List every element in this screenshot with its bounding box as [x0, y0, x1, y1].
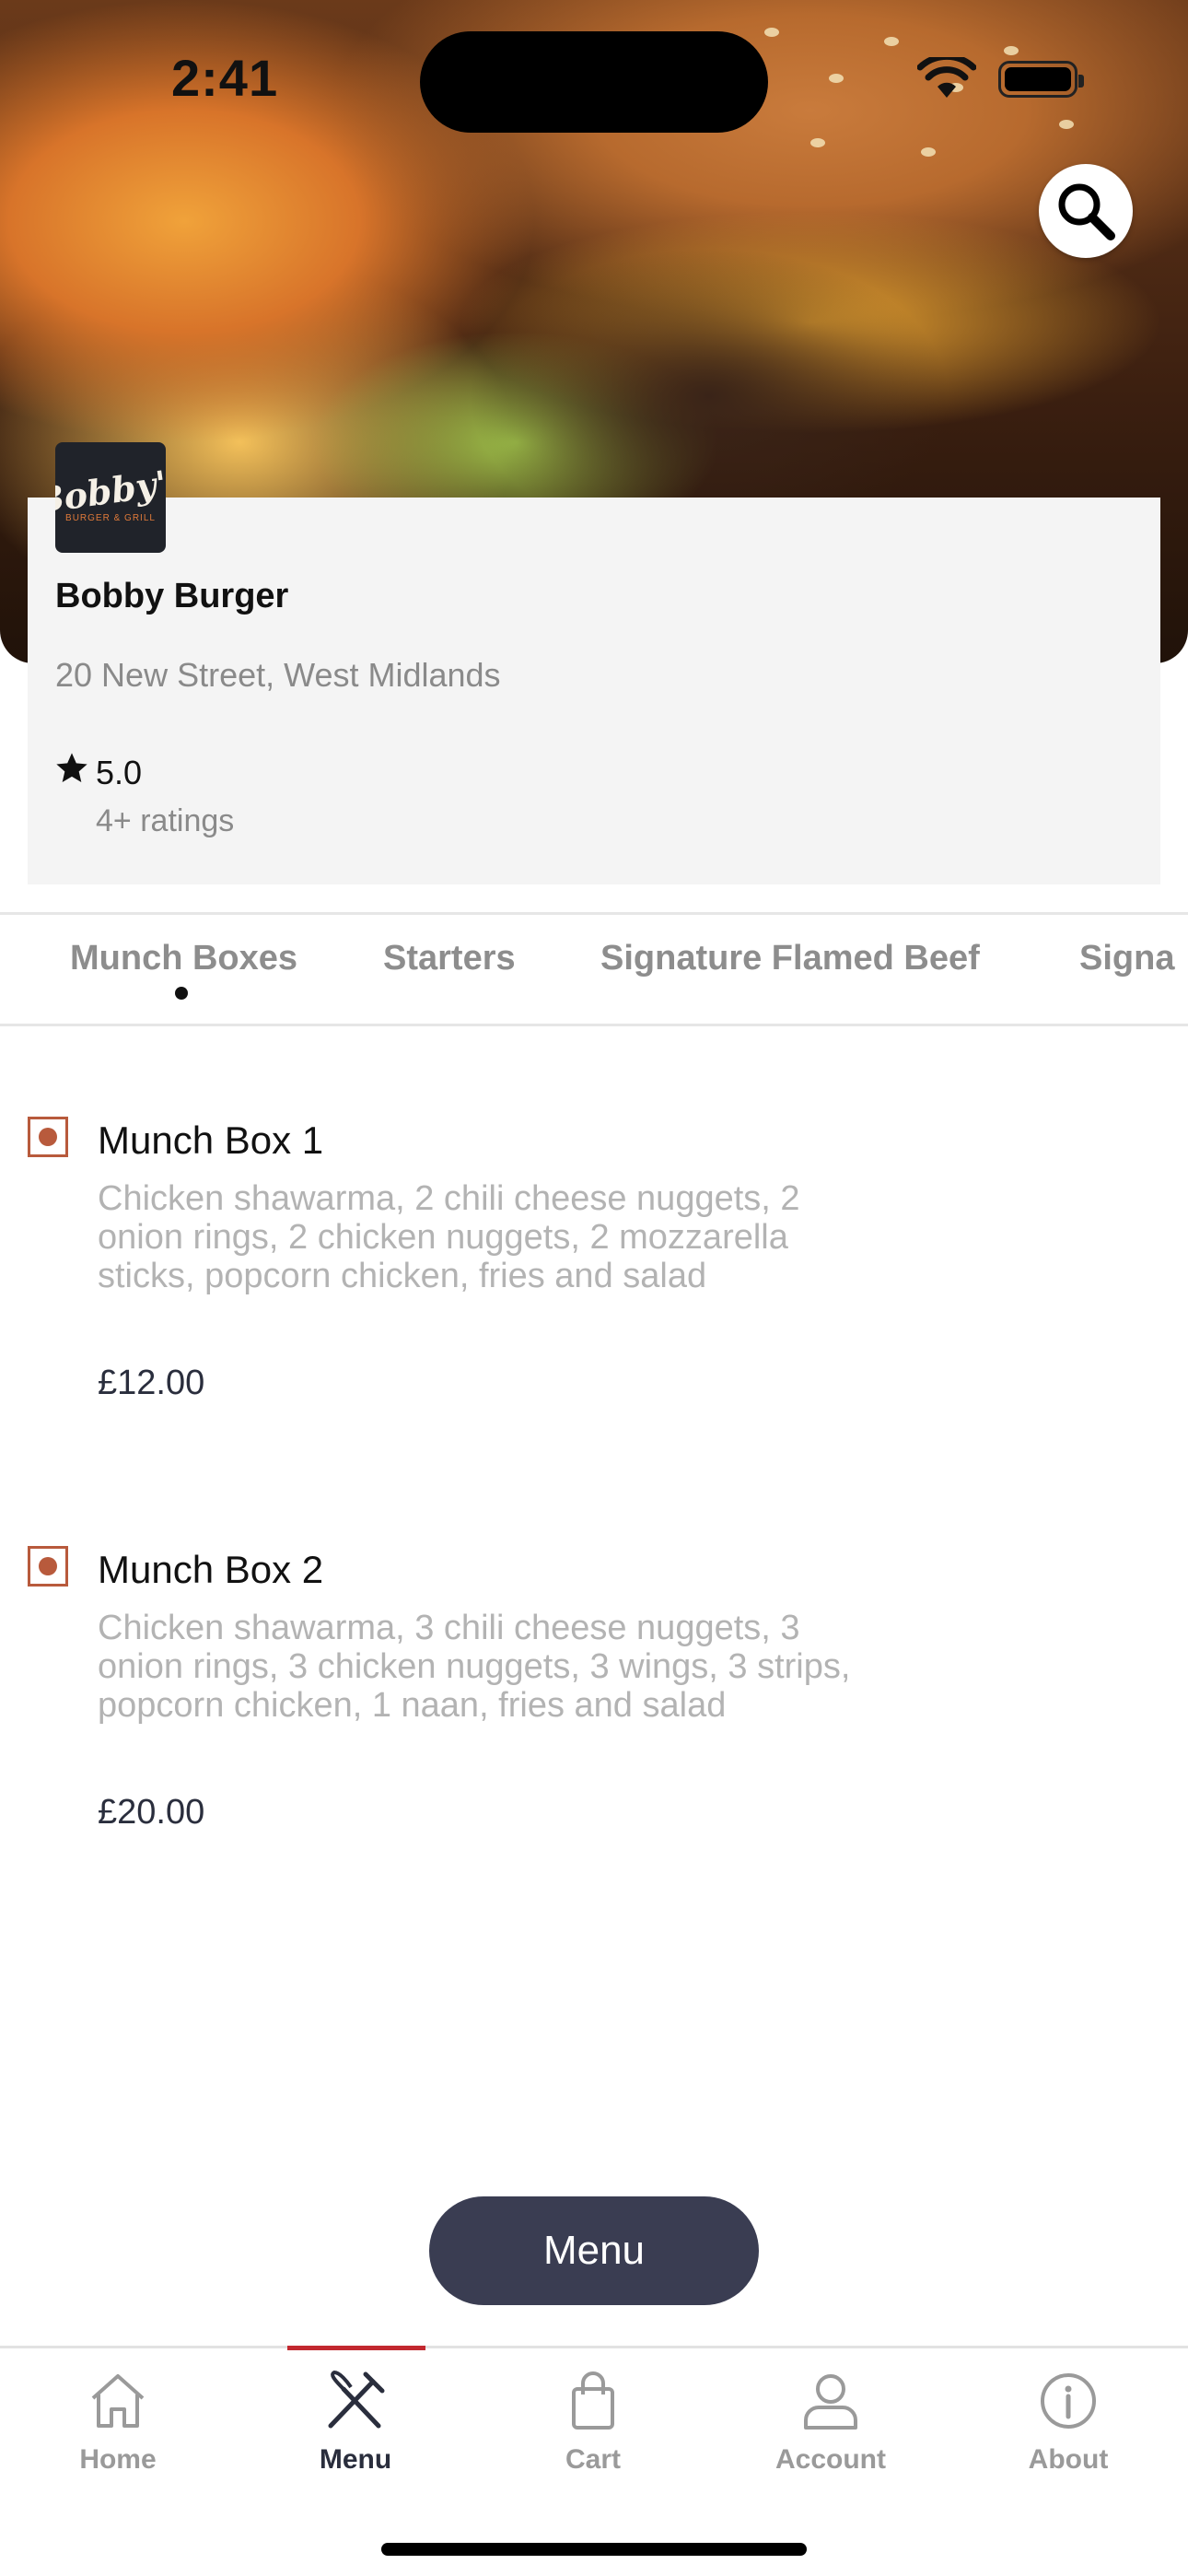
menu-item-name: Munch Box 1: [98, 1118, 324, 1162]
battery-icon: [998, 61, 1084, 98]
menu-item-price: £12.00: [98, 1364, 205, 1402]
rating-value: 5.0: [96, 754, 143, 791]
menu-item-name: Munch Box 2: [98, 1548, 324, 1591]
nav-home[interactable]: Home: [35, 2371, 201, 2476]
menu-button[interactable]: Menu: [429, 2196, 759, 2305]
nav-menu[interactable]: Menu: [273, 2371, 438, 2476]
tab-signature-flamed-beef[interactable]: Signature Flamed Beef: [600, 939, 980, 978]
home-indicator: [381, 2543, 807, 2556]
restaurant-name: Bobby Burger: [55, 577, 289, 615]
menu-item-price: £20.00: [98, 1793, 205, 1832]
nav-cart[interactable]: Cart: [510, 2371, 676, 2476]
nav-about[interactable]: About: [985, 2371, 1151, 2476]
category-tabs: Munch Boxes Starters Signature Flamed Be…: [0, 912, 1188, 1026]
home-icon: [91, 2374, 145, 2428]
search-icon: [1058, 183, 1115, 240]
tab-munch-boxes[interactable]: Munch Boxes: [70, 939, 297, 978]
rating-count: 4+ ratings: [96, 803, 235, 838]
nav-account[interactable]: Account: [748, 2371, 914, 2476]
menu-item-icon: [28, 1546, 68, 1587]
tab-starters[interactable]: Starters: [383, 939, 516, 978]
info-icon: [1041, 2373, 1096, 2429]
active-tab-indicator: [175, 987, 188, 1000]
tab-signature-more[interactable]: Signa: [1079, 939, 1174, 978]
menu-item-description: Chicken shawarma, 3 chili cheese nuggets…: [98, 1609, 851, 1725]
menu-item-description: Chicken shawarma, 2 chili cheese nuggets…: [98, 1179, 800, 1295]
star-icon: [53, 750, 90, 791]
search-button[interactable]: [1039, 164, 1133, 258]
restaurant-logo: Bobby's BURGER & GRILL: [55, 442, 166, 553]
status-time: 2:41: [171, 49, 279, 107]
user-icon: [804, 2374, 857, 2430]
active-nav-indicator: [287, 2346, 425, 2350]
bottom-navigation: Home Menu Cart Account About: [0, 2346, 1188, 2576]
wifi-icon: [916, 53, 977, 104]
shopping-bag-icon: [572, 2371, 614, 2430]
restaurant-address: 20 New Street, West Midlands: [55, 656, 501, 694]
dynamic-island: [420, 31, 768, 133]
fork-knife-icon: [328, 2371, 385, 2429]
menu-item-icon: [28, 1117, 68, 1157]
